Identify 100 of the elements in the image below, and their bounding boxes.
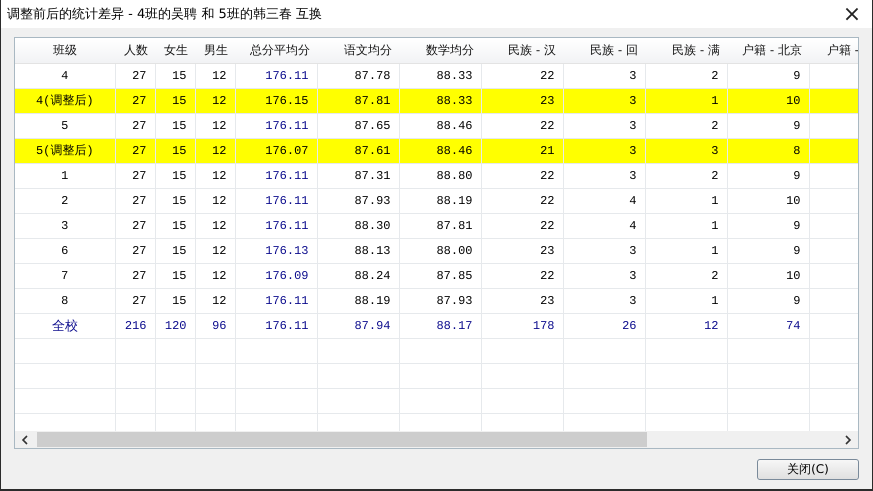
close-dialog-button[interactable]: 关闭(C) (757, 459, 859, 480)
table-cell: 9 (793, 168, 800, 182)
table-cell: 88.17 (436, 318, 472, 332)
table-cell: 1 (711, 218, 718, 232)
table-cell: 12 (212, 94, 226, 108)
table-cell: 87.81 (436, 218, 472, 232)
table-cell: 21 (540, 144, 554, 158)
table-cell: 87.94 (354, 318, 390, 332)
table-cell: 15 (172, 294, 186, 308)
table-cell: 15 (172, 218, 186, 232)
table-cell: 74 (786, 318, 800, 332)
close-button[interactable]: × (832, 0, 872, 28)
table-cell: 12 (212, 144, 226, 158)
table-cell: 4 (61, 68, 68, 82)
table-cell: 178 (532, 318, 554, 332)
table-cell: 88.19 (436, 194, 472, 208)
table-cell: 22 (540, 118, 554, 132)
table-cell: 12 (704, 318, 718, 332)
scroll-right-icon[interactable] (844, 434, 852, 444)
table-cell: 7 (61, 268, 68, 282)
table-cell: 3 (629, 268, 636, 282)
table-cell: 87.93 (436, 294, 472, 308)
table-cell: 3 (629, 168, 636, 182)
table-cell: 27 (132, 94, 146, 108)
table-cell: 12 (212, 244, 226, 258)
table-cell: 15 (172, 118, 186, 132)
horizontal-scrollbar[interactable] (15, 431, 858, 448)
table-cell: 3 (629, 244, 636, 258)
table-cell: 87.93 (354, 194, 390, 208)
table-cell: 10 (786, 94, 800, 108)
table-cell: 1 (711, 294, 718, 308)
scroll-left-icon[interactable] (21, 434, 29, 444)
table-cell: 27 (132, 218, 146, 232)
table-cell: 15 (172, 68, 186, 82)
table-cell: 23 (540, 94, 554, 108)
table-cell: 4(调整后) (36, 94, 94, 108)
table-cell: 27 (132, 68, 146, 82)
table-cell: 1 (711, 194, 718, 208)
table-cell: 176.11 (265, 194, 308, 208)
table-cell: 12 (212, 68, 226, 82)
table-cell: 88.00 (436, 244, 472, 258)
table-cell: 15 (172, 144, 186, 158)
table-cell: 9 (793, 218, 800, 232)
table-cell: 5(调整后) (36, 144, 94, 158)
table-cell: 3 (61, 218, 68, 232)
table-cell: 87.85 (436, 268, 472, 282)
table-cell: 87.31 (354, 168, 390, 182)
table-cell: 9 (793, 244, 800, 258)
table-cell: 88.24 (354, 268, 390, 282)
table-cell: 3 (629, 68, 636, 82)
table-cell: 3 (629, 294, 636, 308)
table-cell: 87.78 (354, 68, 390, 82)
table-cell: 88.46 (436, 118, 472, 132)
table-cell: 88.80 (436, 168, 472, 182)
table-cell: 216 (124, 318, 146, 332)
table-cell: 9 (793, 294, 800, 308)
table-cell: 3 (629, 144, 636, 158)
table-cell: 2 (711, 68, 718, 82)
table-cell: 2 (711, 168, 718, 182)
table-cell: 22 (540, 194, 554, 208)
table-cell: 176.11 (265, 168, 308, 182)
table-cell: 22 (540, 218, 554, 232)
table-cell: 87.81 (354, 94, 390, 108)
table-cell: 176.07 (265, 144, 308, 158)
table-cell: 4 (629, 194, 636, 208)
table-cell: 176.13 (265, 244, 308, 258)
table-cell: 176.15 (265, 94, 308, 108)
table-cell: 88.19 (354, 294, 390, 308)
table-cell: 87.61 (354, 144, 390, 158)
table-cell: 12 (212, 294, 226, 308)
scrollbar-thumb[interactable] (37, 432, 647, 447)
table-cell: 15 (172, 94, 186, 108)
table-cell: 87.65 (354, 118, 390, 132)
table-cell: 27 (132, 194, 146, 208)
table-cell: 176.11 (265, 294, 308, 308)
table-cell: 2 (61, 194, 68, 208)
table-cell: 15 (172, 168, 186, 182)
table-cell: 2 (711, 268, 718, 282)
column-header[interactable]: 班级 (53, 42, 77, 57)
table-cell: 22 (540, 68, 554, 82)
table-cell: 176.11 (265, 118, 308, 132)
table-cell: 27 (132, 144, 146, 158)
table-cell: 12 (212, 118, 226, 132)
table-cell: 9 (793, 118, 800, 132)
table-cell: 22 (540, 268, 554, 282)
table-cell: 10 (786, 268, 800, 282)
table-cell: 2 (711, 118, 718, 132)
table-cell: 27 (132, 294, 146, 308)
table-cell: 26 (622, 318, 636, 332)
table-cell: 12 (212, 268, 226, 282)
table-cell: 1 (711, 94, 718, 108)
table-cell: 27 (132, 268, 146, 282)
table-cell: 8 (793, 144, 800, 158)
table-cell: 12 (212, 194, 226, 208)
table-cell: 15 (172, 244, 186, 258)
table-cell: 1 (711, 244, 718, 258)
table-cell: 23 (540, 294, 554, 308)
table-cell: 120 (164, 318, 186, 332)
table-cell: 88.33 (436, 68, 472, 82)
table-cell: 176.11 (265, 218, 308, 232)
